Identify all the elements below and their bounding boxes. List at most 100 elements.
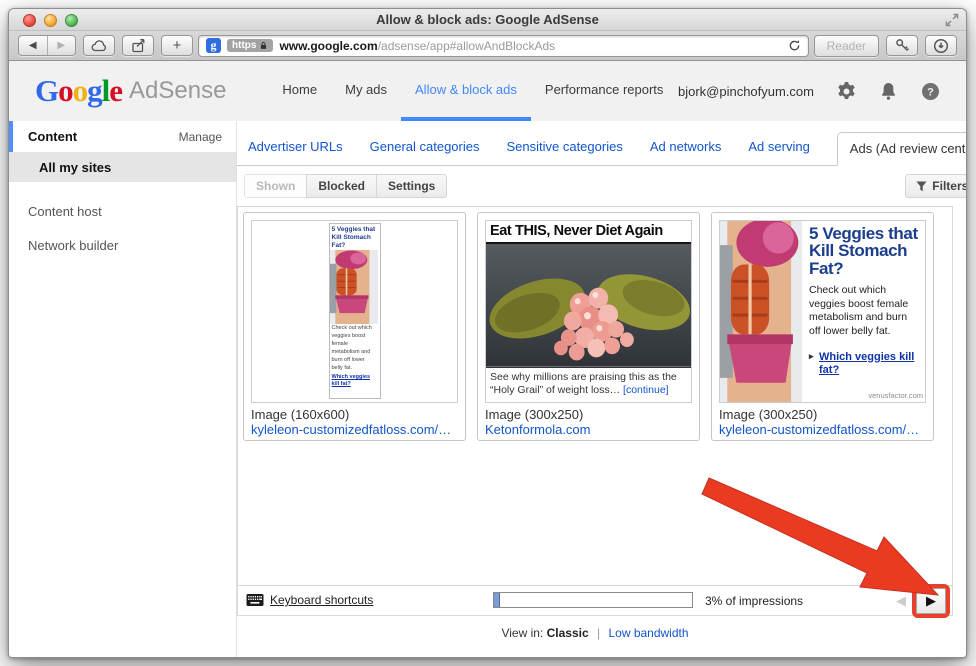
url-path: /adsense/app#allowAndBlockAds bbox=[378, 39, 555, 53]
settings-gear-icon[interactable] bbox=[837, 82, 856, 101]
nav-home[interactable]: Home bbox=[268, 61, 331, 121]
sidebar-section-content: Content Manage bbox=[9, 121, 236, 152]
main-area: Advertiser URLs General categories Sensi… bbox=[237, 121, 967, 658]
torso-graphic bbox=[720, 221, 802, 402]
forward-button[interactable]: ▶ bbox=[48, 36, 76, 55]
shown-button[interactable]: Shown bbox=[244, 174, 307, 198]
reload-icon[interactable] bbox=[788, 39, 801, 52]
google-logo-word: Google bbox=[35, 61, 122, 121]
window-title: Allow & block ads: Google AdSense bbox=[9, 9, 966, 31]
ad-format-label: Image (300x250) bbox=[719, 407, 926, 422]
new-tab-button[interactable]: + bbox=[161, 35, 193, 56]
ad-attribution: venusfactor.com bbox=[868, 391, 923, 400]
ad-creative-headline: Eat THIS, Never Diet Again bbox=[486, 221, 691, 244]
ad-preview: Eat THIS, Never Diet Again bbox=[485, 220, 692, 403]
account-area: bjork@pinchofyum.com ? bbox=[678, 61, 940, 121]
ad-creative-body: Check out which veggies boost female met… bbox=[809, 284, 920, 339]
low-bandwidth-link[interactable]: Low bandwidth bbox=[608, 626, 688, 640]
settings-button[interactable]: Settings bbox=[376, 174, 447, 198]
sidebar-item-all-my-sites[interactable]: All my sites bbox=[9, 152, 236, 182]
address-bar-group: + g https www.google.com/adsense/app#all… bbox=[161, 35, 879, 57]
fullscreen-icon[interactable] bbox=[945, 13, 959, 27]
footer-separator: | bbox=[597, 626, 600, 640]
tab-ads-ad-review-center[interactable]: Ads (Ad review center) bbox=[837, 132, 967, 166]
tab-ad-networks[interactable]: Ad networks bbox=[650, 139, 722, 165]
key-icon bbox=[895, 38, 910, 53]
filters-button[interactable]: Filters bbox=[905, 174, 967, 198]
filters-label: Filters bbox=[932, 179, 967, 193]
history-nav-group: ◀ ▶ bbox=[18, 35, 76, 56]
zoom-window-button[interactable] bbox=[65, 14, 78, 27]
nav-performance-reports[interactable]: Performance reports bbox=[531, 61, 678, 121]
back-button[interactable]: ◀ bbox=[19, 36, 48, 55]
browser-toolbar: ◀ ▶ + g https bbox=[9, 31, 966, 61]
sidebar-manage-link[interactable]: Manage bbox=[179, 130, 222, 144]
icloud-tabs-button[interactable] bbox=[83, 35, 115, 56]
ad-creative-cta: Which veggies kill fat? bbox=[809, 351, 920, 379]
page-content: Content Manage All my sites Content host… bbox=[9, 121, 966, 658]
cloud-icon bbox=[91, 39, 108, 52]
sidebar: Content Manage All my sites Content host… bbox=[9, 121, 237, 658]
impressions-progress-fill bbox=[494, 593, 500, 607]
nav-my-ads[interactable]: My ads bbox=[331, 61, 401, 121]
https-badge: https bbox=[227, 39, 273, 52]
help-icon[interactable]: ? bbox=[921, 82, 940, 101]
download-icon bbox=[933, 38, 949, 54]
ad-creative-headline: 5 Veggies that Kill Stomach Fat? bbox=[330, 224, 380, 250]
minimize-window-button[interactable] bbox=[44, 14, 57, 27]
funnel-icon bbox=[916, 181, 927, 192]
keyboard-shortcuts-link[interactable]: Keyboard shortcuts bbox=[270, 593, 373, 607]
reader-button[interactable]: Reader bbox=[814, 35, 879, 57]
keyboard-icon bbox=[246, 593, 264, 607]
ad-destination-link[interactable]: kyleleon-customizedfatloss.com/… bbox=[251, 422, 458, 437]
next-page-button[interactable]: ▶ bbox=[916, 588, 946, 614]
tab-general-categories[interactable]: General categories bbox=[370, 139, 480, 165]
account-email[interactable]: bjork@pinchofyum.com bbox=[678, 84, 814, 99]
url-text: www.google.com/adsense/app#allowAndBlock… bbox=[279, 39, 555, 53]
blocked-button[interactable]: Blocked bbox=[306, 174, 377, 198]
ad-preview: 5 Veggies that Kill Stomach Fat? bbox=[251, 220, 458, 403]
ad-card[interactable]: 5 Veggies that Kill Stomach Fat? Check o… bbox=[711, 212, 934, 441]
controls-row: Shown Blocked Settings Filters bbox=[237, 166, 967, 206]
address-bar[interactable]: g https www.google.com/adsense/app#allow… bbox=[198, 35, 809, 57]
https-label: https bbox=[232, 40, 256, 51]
svg-text:?: ? bbox=[927, 86, 934, 98]
ad-destination-link[interactable]: Ketonformola.com bbox=[485, 422, 692, 437]
share-button[interactable] bbox=[122, 35, 154, 56]
view-classic-label: Classic bbox=[547, 626, 589, 640]
lock-icon bbox=[259, 40, 268, 51]
downloads-button[interactable] bbox=[925, 35, 957, 56]
view-in-footer: View in: Classic | Low bandwidth bbox=[237, 616, 953, 640]
product-name: AdSense bbox=[129, 77, 226, 105]
ad-card[interactable]: 5 Veggies that Kill Stomach Fat? bbox=[243, 212, 466, 441]
impressions-label: 3% of impressions bbox=[705, 594, 803, 608]
sidebar-item-content-host[interactable]: Content host bbox=[9, 194, 236, 228]
tab-bar: Advertiser URLs General categories Sensi… bbox=[237, 121, 967, 166]
adsense-header: Google AdSense Home My ads Allow & block… bbox=[9, 61, 966, 121]
ad-format-label: Image (160x600) bbox=[251, 407, 458, 422]
nav-allow-block-ads[interactable]: Allow & block ads bbox=[401, 61, 531, 121]
panel-status-bar: Keyboard shortcuts 3% of impressions ◀ ▶ bbox=[238, 585, 952, 615]
ad-destination-link[interactable]: kyleleon-customizedfatloss.com/… bbox=[719, 422, 926, 437]
ad-creative-body: Check out which veggies boost female met… bbox=[330, 324, 380, 374]
impressions-progress-bar bbox=[493, 592, 693, 608]
browser-window: Allow & block ads: Google AdSense ◀ ▶ + … bbox=[8, 8, 967, 658]
view-segmented-control: Shown Blocked Settings bbox=[244, 174, 447, 198]
tab-sensitive-categories[interactable]: Sensitive categories bbox=[506, 139, 622, 165]
ad-card[interactable]: Eat THIS, Never Diet Again bbox=[477, 212, 700, 441]
share-icon bbox=[131, 38, 146, 53]
tab-advertiser-urls[interactable]: Advertiser URLs bbox=[248, 139, 343, 165]
sidebar-item-network-builder[interactable]: Network builder bbox=[9, 228, 236, 262]
tab-ad-serving[interactable]: Ad serving bbox=[748, 139, 809, 165]
view-in-label: View in: bbox=[501, 626, 543, 640]
fruit-photo-graphic bbox=[486, 244, 691, 367]
sidebar-section-label: Content bbox=[28, 129, 77, 144]
ad-creative-headline: 5 Veggies that Kill Stomach Fat? bbox=[809, 225, 920, 277]
close-window-button[interactable] bbox=[23, 14, 36, 27]
ad-creative-cta: Which veggies kill fat? bbox=[330, 374, 380, 390]
password-manager-button[interactable] bbox=[886, 35, 918, 56]
notifications-bell-icon[interactable] bbox=[879, 82, 898, 101]
torso-graphic bbox=[330, 250, 378, 324]
main-nav: Home My ads Allow & block ads Performanc… bbox=[268, 61, 677, 121]
previous-page-button[interactable]: ◀ bbox=[896, 593, 906, 609]
